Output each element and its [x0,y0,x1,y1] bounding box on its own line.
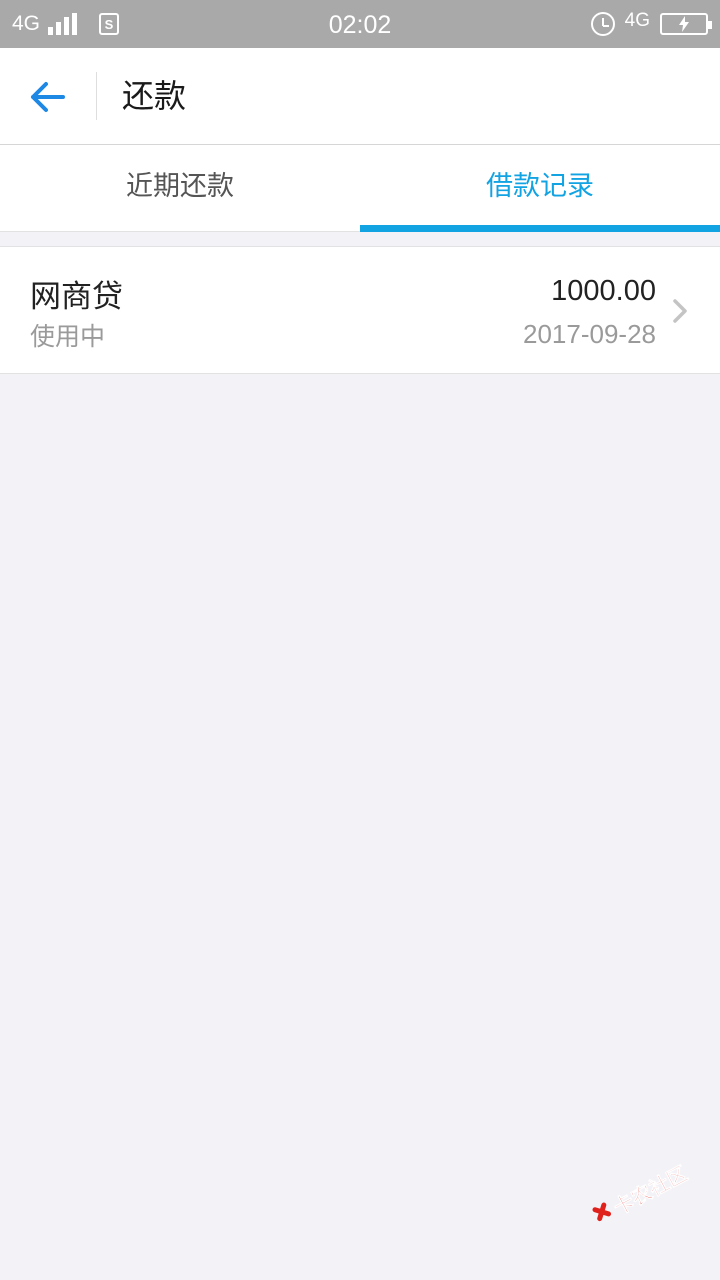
chevron-right-icon [673,299,687,323]
page-title: 还款 [122,77,187,115]
back-button[interactable] [22,72,72,122]
network-type-label-right: 4G [624,10,650,31]
svg-text:卡农社区: 卡农社区 [609,1161,691,1220]
loan-status: 使用中 [30,322,106,351]
arrow-left-icon [31,82,65,112]
status-bar: 4G S 02:02 4G [0,0,720,48]
loan-date: 2017-09-28 [523,319,656,349]
header-divider [96,72,97,120]
tab-bar: 近期还款 借款记录 [0,145,720,232]
loan-product-name: 网商贷 [30,279,123,315]
loan-record-row[interactable]: 网商贷 使用中 1000.00 2017-09-28 [0,246,720,374]
loan-record-list: 网商贷 使用中 1000.00 2017-09-28 [0,246,720,374]
battery-charging-icon [660,13,712,35]
tab-recent-repayment[interactable]: 近期还款 [0,145,360,231]
app-header: 还款 [0,48,720,145]
status-right: 4G [590,0,712,48]
alarm-icon [590,12,615,36]
tab-loan-records[interactable]: 借款记录 [360,145,720,232]
watermark-logo: 卡农社区 [585,1150,706,1254]
loan-amount: 1000.00 [551,275,656,307]
